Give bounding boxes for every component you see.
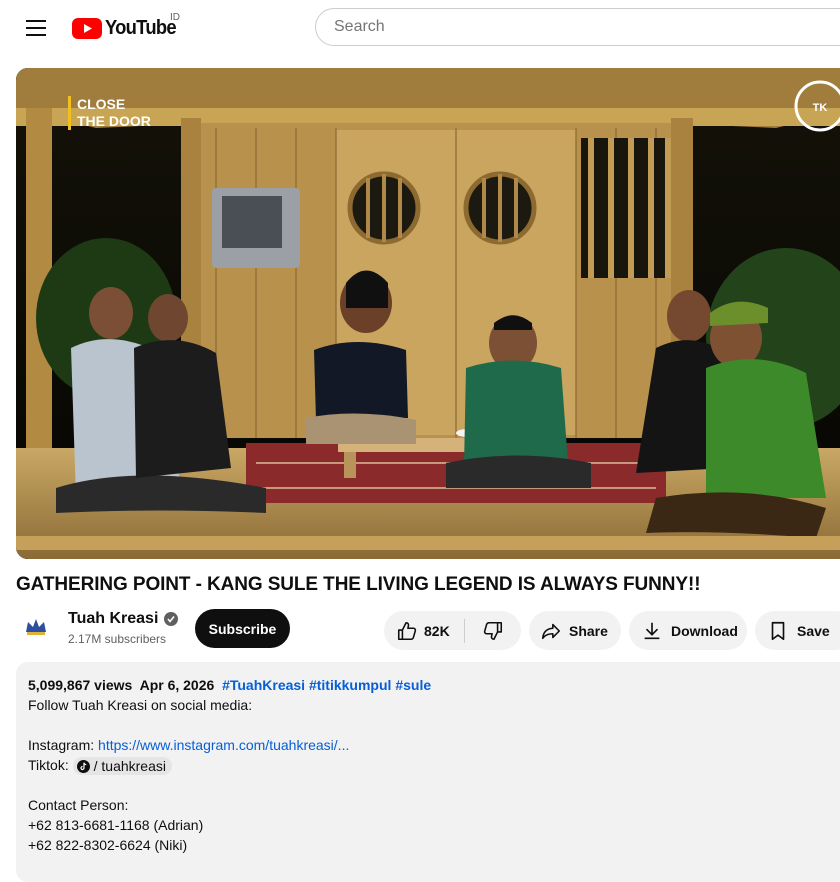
like-button[interactable]: 82K (384, 611, 464, 650)
thumbs-down-icon (483, 621, 503, 640)
instagram-line: Instagram: https://www.instagram.com/tua… (28, 735, 840, 755)
like-dislike-group: 82K (384, 611, 521, 650)
search-box[interactable] (315, 8, 840, 46)
verified-badge-icon (164, 612, 179, 626)
crown-logo-icon (26, 619, 46, 635)
overlay-line-1: CLOSE (77, 96, 126, 112)
instagram-label: Instagram: (28, 737, 95, 753)
contact-phone-2: +62 822-8302-6624 (Niki) (28, 837, 188, 854)
download-button[interactable]: Download (629, 611, 747, 650)
hamburger-menu-icon (26, 20, 46, 36)
thumbs-up-icon (397, 621, 417, 640)
tiktok-label: Tiktok: (28, 757, 69, 773)
tiktok-icon (76, 759, 90, 773)
hashtag-link[interactable]: #titikkumpul (309, 677, 391, 693)
search-input[interactable] (332, 17, 840, 37)
video-frame: TK (16, 68, 840, 559)
logo-wordmark: YouTube (105, 16, 177, 39)
menu-button[interactable] (22, 16, 50, 40)
share-button[interactable]: Share (529, 611, 621, 650)
download-icon (644, 622, 660, 639)
bookmark-icon (771, 621, 785, 640)
share-label: Share (569, 622, 608, 639)
contact-phone-1: +62 813-6681-1168 (Adrian) (28, 817, 204, 834)
youtube-play-icon (72, 17, 102, 39)
video-overlay-text: CLOSE THE DOOR (68, 96, 197, 130)
subscriber-count: 2.17M subscribers (68, 632, 167, 646)
video-player[interactable]: TK CLOSE THE DOOR (16, 68, 840, 559)
channel-actions-row: Tuah Kreasi 2.17M subscribers Subscribe … (16, 608, 840, 652)
description-intro: Follow Tuah Kreasi on social media: (28, 697, 253, 713)
hashtag-link[interactable]: #TuahKreasi (222, 677, 305, 693)
download-label: Download (671, 622, 738, 639)
channel-name-text: Tuah Kreasi (68, 610, 159, 627)
hashtag-link[interactable]: #sule (395, 677, 431, 693)
svg-text:TK: TK (813, 102, 828, 114)
channel-avatar[interactable] (20, 610, 52, 642)
youtube-logo[interactable]: YouTube (72, 15, 182, 41)
share-arrow-icon (541, 623, 561, 639)
like-count: 82K (424, 622, 450, 639)
region-code: ID (170, 12, 180, 23)
description-box[interactable]: 5,099,867 views Apr 6, 2026 #TuahKreasi … (16, 662, 840, 882)
tiktok-chip[interactable]: / tuahkreasi (72, 757, 172, 776)
overlay-line-2: THE DOOR (77, 113, 151, 129)
subscribe-button[interactable]: Subscribe (195, 609, 290, 648)
view-count: 5,099,867 views (28, 677, 133, 693)
top-bar: YouTube ID (0, 0, 840, 56)
save-label: Save (797, 622, 830, 639)
tiktok-line: Tiktok: / tuahkreasi (28, 755, 840, 776)
channel-name[interactable]: Tuah Kreasi (68, 610, 179, 628)
upload-date: Apr 6, 2026 (139, 677, 215, 693)
dislike-button[interactable] (465, 611, 521, 650)
video-title: GATHERING POINT - KANG SULE THE LIVING L… (16, 574, 701, 595)
description-meta: 5,099,867 views Apr 6, 2026 #TuahKreasi … (28, 675, 840, 695)
instagram-link[interactable]: https://www.instagram.com/tuahkreasi/... (98, 737, 349, 753)
tiktok-handle: / tuahkreasi (93, 758, 166, 775)
contact-label: Contact Person: (28, 797, 129, 814)
save-button[interactable]: Save (755, 611, 840, 650)
